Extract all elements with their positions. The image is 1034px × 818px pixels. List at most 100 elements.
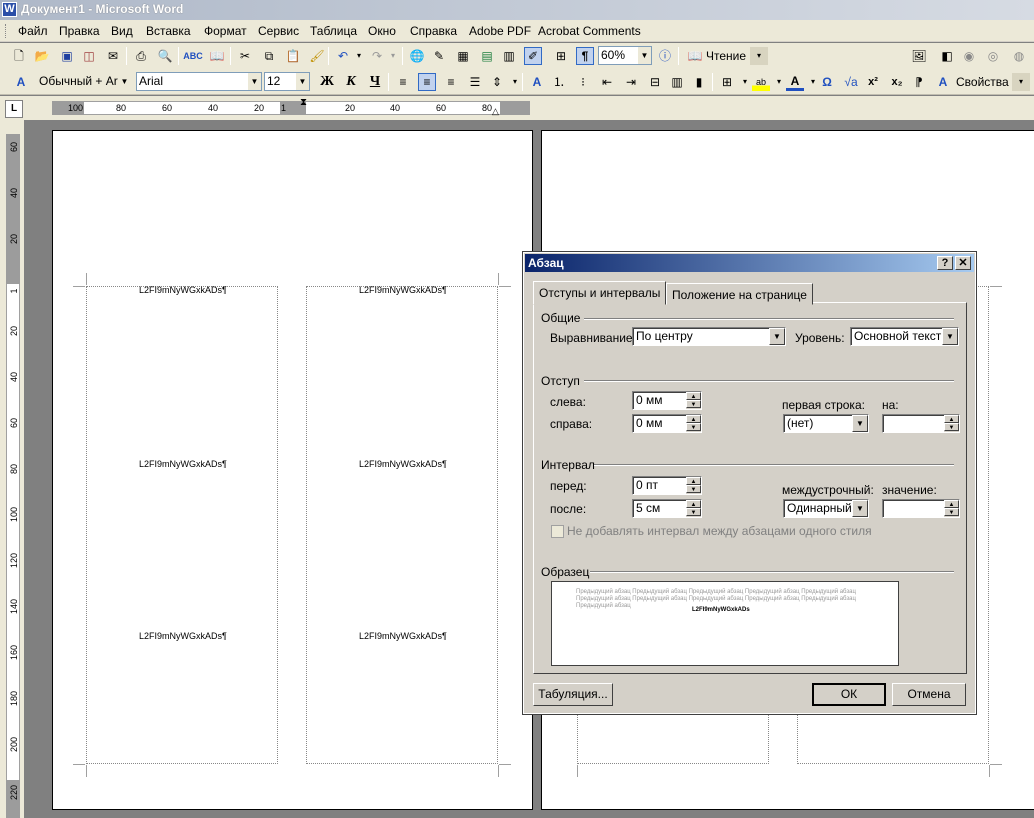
track-icon[interactable]: ◉ [960,47,978,65]
help-icon[interactable]: ⓘ [656,47,674,65]
spinner-icon[interactable]: ▲ ▼ [686,500,701,517]
superscript-icon[interactable]: x² [864,73,882,91]
redo-dropdown-icon[interactable]: ▾ [384,47,402,65]
tabs-button[interactable]: Табуляция... [533,683,613,706]
image-icon[interactable]: 🖼 [910,47,928,65]
document-map-icon[interactable]: ⊞ [552,47,570,65]
menu-adobe-pdf[interactable]: Adobe PDF [469,24,531,38]
indent-marker-icon[interactable]: ⧗ [300,98,307,108]
menu-tools[interactable]: Сервис [258,24,299,38]
increase-indent-icon[interactable]: ⇥ [622,73,640,91]
spinner-icon[interactable]: ▲ ▼ [686,415,701,432]
document-page-1[interactable]: L2FI9mNyWGxkADs¶ L2FI9mNyWGxkADs¶ L2FI9m… [52,130,533,810]
indent-left-input[interactable]: 0 мм ▲ ▼ [632,391,702,410]
horizontal-ruler[interactable]: L 100 80 60 40 20 1 20 40 60 80 ⧗ △ [0,96,1034,120]
right-indent-marker-icon[interactable]: △ [492,106,499,117]
symbol-omega-icon[interactable]: Ω [818,73,836,91]
menu-help[interactable]: Справка [410,24,457,38]
ok-button[interactable]: ОК [812,683,886,706]
italic-icon[interactable]: К [342,73,360,91]
styles-formatting-icon[interactable]: A [12,73,30,91]
menu-acrobat-comments[interactable]: Acrobat Comments [538,24,641,38]
align-left-icon[interactable]: ≡ [394,73,412,91]
menu-insert[interactable]: Вставка [146,24,191,38]
reading-label[interactable]: Чтение [706,49,746,63]
chevron-down-icon[interactable]: ▼ [852,415,868,432]
table-cell[interactable] [86,286,278,764]
indent-right-input[interactable]: 0 мм ▲ ▼ [632,414,702,433]
menu-table[interactable]: Таблица [310,24,357,38]
paragraph-marks-icon[interactable]: ⁋ [910,73,928,91]
indent-by-input[interactable]: ▲ ▼ [882,414,960,433]
font-combo[interactable]: Arial ▼ [136,72,262,91]
chevron-down-icon[interactable]: ▼ [296,73,309,90]
font-size-combo[interactable]: 12 ▼ [264,72,310,91]
menu-edit[interactable]: Правка [59,24,100,38]
highlight-icon[interactable]: ab [752,73,770,91]
close-button[interactable]: ✕ [955,256,971,270]
chevron-down-icon[interactable]: ▼ [942,328,958,345]
chevron-down-icon[interactable]: ▼ [769,328,785,345]
spacing-at-input[interactable]: ▲ ▼ [882,499,960,518]
bullets-icon[interactable]: ⁝ [574,73,592,91]
decrease-indent-icon[interactable]: ⇤ [598,73,616,91]
tab-page-position[interactable]: Положение на странице [666,283,813,305]
spinner-icon[interactable]: ▲ ▼ [686,392,701,409]
justify-icon[interactable]: ☰ [466,73,484,91]
columns-icon[interactable]: ▥ [500,47,518,65]
no-space-checkbox[interactable] [551,525,564,538]
compare-icon[interactable]: ◧ [938,47,956,65]
cut-icon[interactable]: ✂ [236,47,254,65]
font-color-icon[interactable]: A [786,73,804,91]
chevron-down-icon[interactable]: ▼ [248,73,261,90]
paste-icon[interactable]: 📋 [284,47,302,65]
accept-icon[interactable]: ◎ [984,47,1002,65]
alignment-select[interactable]: По центру ▼ [632,327,786,346]
numbering-icon[interactable]: ⒈ [550,73,568,91]
insert-table-icon[interactable]: ▦ [454,47,472,65]
permission-icon[interactable]: ◫ [80,47,98,65]
print-icon[interactable]: ⎙ [132,47,150,65]
chevron-down-icon[interactable]: ▼ [118,73,131,90]
spacing-before-input[interactable]: 0 пт ▲ ▼ [632,476,702,495]
align-center-icon[interactable]: ≡ [418,73,436,91]
borders-icon[interactable]: ⊞ [718,73,736,91]
equation-icon[interactable]: √a [842,73,860,91]
chevron-down-icon[interactable]: ▼ [852,500,868,517]
menu-format[interactable]: Формат [204,24,247,38]
drawing-icon[interactable]: ✐ [524,47,542,65]
open-folder-icon[interactable]: 📂 [33,47,51,65]
insert-excel-icon[interactable]: ▤ [478,47,496,65]
asian-layout-icon[interactable]: ⊟ [646,73,664,91]
subscript-icon[interactable]: x₂ [888,73,906,91]
undo-dropdown-icon[interactable]: ▾ [350,47,368,65]
distribute-icon[interactable]: ▮ [690,73,708,91]
vertical-ruler[interactable]: 60 40 20 1 20 40 60 80 100 120 140 160 1… [0,120,24,818]
menu-window[interactable]: Окно [368,24,396,38]
level-select[interactable]: Основной текст ▼ [850,327,959,346]
spinner-icon[interactable]: ▲ ▼ [944,500,959,517]
properties-label[interactable]: Свойства [956,75,1009,89]
toolbar-options-icon[interactable]: ▾ [750,47,768,65]
style-combo[interactable]: Обычный + Aria ▼ [36,72,132,91]
tab-indents-spacing[interactable]: Отступы и интервалы [533,281,667,305]
underline-icon[interactable]: Ч [366,73,384,91]
toolbar-options-icon[interactable]: ▾ [1012,73,1030,91]
reject-icon[interactable]: ◍ [1010,47,1028,65]
tables-borders-icon[interactable]: ✎ [430,47,448,65]
tab-selector-icon[interactable]: L [5,100,23,118]
save-icon[interactable]: ▣ [58,47,76,65]
text-effects-icon[interactable]: A [528,73,546,91]
format-painter-icon[interactable]: 🖌 [308,47,326,65]
menu-view[interactable]: Вид [111,24,133,38]
email-icon[interactable]: ✉ [104,47,122,65]
spacing-after-input[interactable]: 5 см ▲ ▼ [632,499,702,518]
toolbar-grip[interactable] [5,24,8,38]
print-preview-icon[interactable]: 🔍 [156,47,174,65]
show-hide-pilcrow-icon[interactable]: ¶ [576,47,594,65]
align-right-icon[interactable]: ≡ [442,73,460,91]
zoom-combo[interactable]: 60% ▼ [598,46,652,65]
columns-format-icon[interactable]: ▥ [668,73,686,91]
spinner-icon[interactable]: ▲ ▼ [686,477,701,494]
copy-icon[interactable]: ⧉ [260,47,278,65]
